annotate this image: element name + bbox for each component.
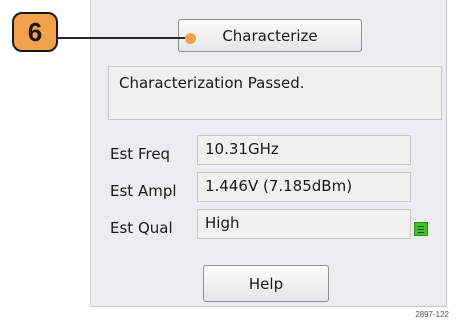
indicator-bar xyxy=(418,229,424,230)
callout-number: 6 xyxy=(27,16,43,47)
callout-leader-line xyxy=(58,37,190,39)
est-freq-field: 10.31GHz xyxy=(197,135,411,165)
status-message: Characterization Passed. xyxy=(119,74,305,92)
est-ampl-field: 1.446V (7.185dBm) xyxy=(197,172,411,202)
callout-badge: 6 xyxy=(12,12,58,52)
est-freq-value: 10.31GHz xyxy=(205,140,279,158)
characterize-button[interactable]: Characterize xyxy=(178,19,362,52)
status-message-box: Characterization Passed. xyxy=(108,66,442,120)
panel-border xyxy=(90,306,447,307)
est-qual-label: Est Qual xyxy=(110,219,173,237)
help-button[interactable]: Help xyxy=(203,265,329,302)
characterize-button-label: Characterize xyxy=(222,26,318,45)
est-qual-field: High xyxy=(197,209,411,239)
indicator-bar xyxy=(418,232,424,233)
panel-border xyxy=(446,0,447,306)
indicator-bar xyxy=(418,226,424,227)
est-freq-label: Est Freq xyxy=(110,145,171,163)
figure-id: 2897-122 xyxy=(415,310,449,319)
callout-pointer-dot xyxy=(185,33,196,44)
est-qual-value: High xyxy=(205,214,240,232)
est-ampl-value: 1.446V (7.185dBm) xyxy=(205,177,353,195)
panel-border xyxy=(90,0,91,306)
signal-quality-icon[interactable] xyxy=(414,222,428,236)
est-ampl-label: Est Ampl xyxy=(110,182,177,200)
help-button-label: Help xyxy=(248,274,284,293)
